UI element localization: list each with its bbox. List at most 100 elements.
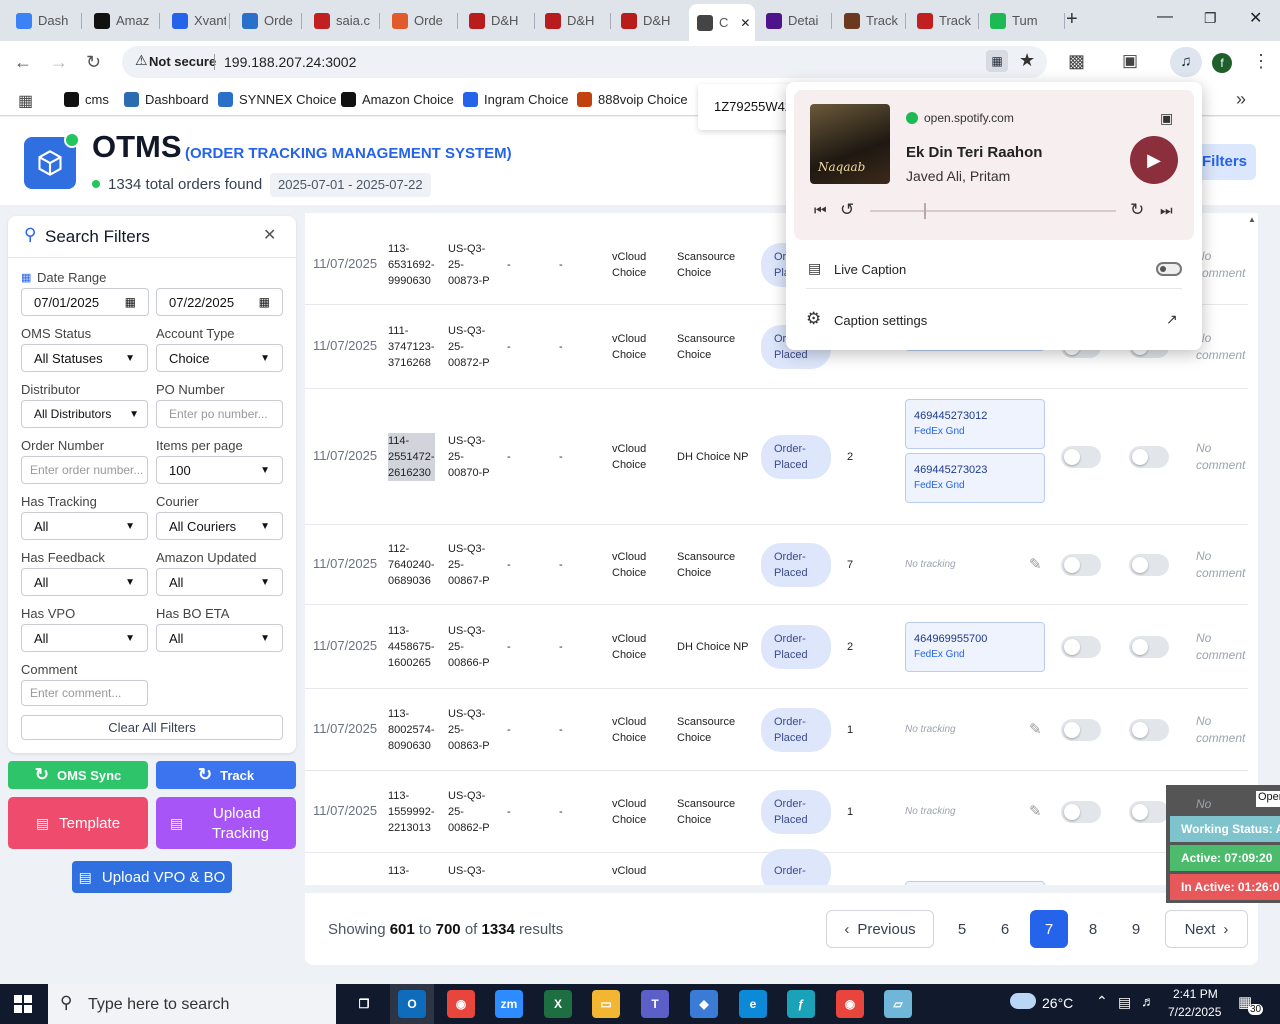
tracking-card[interactable]: 469445273023 FedEx Gnd — [905, 453, 1045, 503]
bookmark-item[interactable]: cms — [64, 92, 109, 107]
teams-icon[interactable]: T — [641, 990, 669, 1018]
scroll-up-icon[interactable]: ▲ — [1248, 215, 1256, 224]
profile-avatar[interactable]: f — [1212, 53, 1232, 73]
reload-icon[interactable]: ↻ — [86, 52, 101, 73]
cast-icon[interactable]: ▣ — [1122, 51, 1138, 71]
browser-tab[interactable]: Orde — [384, 6, 454, 35]
edit-pencil-icon[interactable]: ✎ — [1029, 720, 1042, 738]
courier-select[interactable]: All Couriers ▼ — [156, 512, 283, 540]
browser-tab[interactable]: Dash — [8, 6, 78, 35]
table-row[interactable]: 11/07/2025 112- 7640240- 0689036 US-Q3- 25- 00… — [305, 525, 1258, 605]
bookmark-star-icon[interactable]: ★ — [1019, 50, 1035, 71]
track-button[interactable]: ↻ Track — [156, 761, 296, 789]
distributor-select[interactable]: All Distributors ▼ — [21, 400, 148, 428]
browser-tab[interactable]: Track — [836, 6, 902, 35]
browser-tab[interactable]: Orde — [234, 6, 298, 35]
lens-icon[interactable]: ▦ — [986, 50, 1008, 72]
task-view-icon[interactable]: ❐ — [350, 990, 378, 1018]
volume-icon[interactable]: ♬ — [1141, 993, 1155, 1009]
seek-handle[interactable] — [924, 203, 926, 219]
app-icon[interactable]: ƒ — [787, 990, 815, 1018]
comment-input[interactable]: Enter comment... — [21, 680, 148, 706]
feedback-toggle[interactable] — [1061, 636, 1101, 658]
order-number-input[interactable]: Enter order number... — [21, 456, 148, 484]
browser-tab[interactable]: Xvant — [164, 6, 226, 35]
file-explorer-icon[interactable]: ▭ — [592, 990, 620, 1018]
has-tracking-select[interactable]: All ▼ — [21, 512, 148, 540]
bookmark-item[interactable]: Amazon Choice — [341, 92, 454, 107]
bookmark-item[interactable]: Dashboard — [124, 92, 209, 107]
amazon-updated-toggle[interactable] — [1129, 554, 1169, 576]
has-bo-eta-select[interactable]: All ▼ — [156, 624, 283, 652]
oms-sync-button[interactable]: ↻ OMS Sync — [8, 761, 148, 789]
upload-vpo-button[interactable]: ▤ Upload VPO & BO — [72, 861, 232, 893]
close-tab-icon[interactable]: ✕ — [740, 16, 750, 30]
page-number-button[interactable]: 6 — [986, 910, 1024, 948]
clear-filters-button[interactable]: Clear All Filters — [21, 715, 283, 740]
page-number-button[interactable]: 9 — [1117, 910, 1155, 948]
bookmark-item[interactable]: Ingram Choice — [463, 92, 569, 107]
feedback-toggle[interactable] — [1061, 554, 1101, 576]
tray-chevron-icon[interactable]: ⌃ — [1096, 993, 1108, 1010]
tracking-card[interactable]: 469445273012 FedEx Gnd — [905, 399, 1045, 449]
browser-tab[interactable]: saia.c — [306, 6, 376, 35]
items-per-page-select[interactable]: 100 ▼ — [156, 456, 283, 484]
picture-in-picture-icon[interactable]: ▣ — [1160, 110, 1173, 127]
table-row[interactable]: 113- US-Q3- vCloud Order- 469256515700 — [305, 849, 1258, 885]
tracking-card[interactable]: 469256515700 — [905, 881, 1045, 885]
tracking-card[interactable]: 464969955700 FedEx Gnd — [905, 622, 1045, 672]
app-icon[interactable]: ▱ — [884, 990, 912, 1018]
amazon-updated-toggle[interactable] — [1129, 719, 1169, 741]
external-link-icon[interactable]: ↗ — [1166, 311, 1178, 328]
forward-icon[interactable]: ↻ — [1130, 200, 1144, 220]
seek-bar[interactable] — [870, 203, 1116, 219]
chrome-icon[interactable]: ◉ — [447, 990, 475, 1018]
close-window-icon[interactable]: ✕ — [1249, 8, 1262, 28]
browser-tab[interactable]: D&H — [537, 6, 607, 35]
browser-menu-icon[interactable]: ⋮ — [1252, 51, 1270, 72]
page-number-button[interactable]: 8 — [1074, 910, 1112, 948]
comment-cell[interactable]: Nocomment — [1196, 713, 1245, 747]
windows-start-icon[interactable] — [14, 995, 32, 1013]
browser-tab[interactable]: Amaz — [86, 6, 156, 35]
new-tab-button[interactable]: + — [1066, 8, 1078, 31]
browser-tab[interactable]: Tum — [982, 6, 1052, 35]
feedback-toggle[interactable] — [1061, 719, 1101, 741]
address-bar[interactable]: ⚠ Not secure 199.188.207.24:3002 ▦ ★ — [122, 46, 1047, 78]
back-icon[interactable]: ← — [14, 52, 32, 73]
comment-cell[interactable]: Nocomment — [1196, 248, 1245, 282]
maximize-icon[interactable]: ❐ — [1204, 10, 1217, 27]
media-control-icon[interactable]: ♫ — [1170, 47, 1202, 77]
amazon-updated-select[interactable]: All ▼ — [156, 568, 283, 596]
outlook-icon[interactable]: O — [398, 990, 426, 1018]
caption-settings-label[interactable]: Caption settings — [834, 313, 927, 328]
po-number-input[interactable]: Enter po number... — [156, 400, 283, 428]
open-button[interactable]: Open — [1256, 791, 1280, 807]
forward-icon[interactable]: → — [50, 52, 68, 73]
browser-tab[interactable]: D&H — [461, 6, 531, 35]
date-to-input[interactable]: 07/22/2025 ▦ — [156, 288, 283, 316]
page-number-button[interactable]: 5 — [943, 910, 981, 948]
live-caption-toggle[interactable] — [1156, 262, 1182, 276]
feedback-toggle[interactable] — [1061, 446, 1101, 468]
next-track-icon[interactable]: ⏭ — [1160, 202, 1173, 219]
previous-page-button[interactable]: ‹ Previous — [826, 910, 934, 948]
table-row[interactable]: 11/07/2025 113- 1559992- 2213013 US-Q3- 25- 00… — [305, 771, 1258, 853]
close-filters-icon[interactable]: ✕ — [263, 225, 276, 245]
apps-grid-icon[interactable]: ▦ — [18, 91, 33, 111]
amazon-updated-toggle[interactable] — [1129, 636, 1169, 658]
network-icon[interactable]: ▤ — [1118, 994, 1131, 1011]
edit-pencil-icon[interactable]: ✎ — [1029, 802, 1042, 820]
edit-pencil-icon[interactable]: ✎ — [1029, 555, 1042, 573]
template-button[interactable]: ▤ Template — [8, 797, 148, 849]
date-from-input[interactable]: 07/01/2025 ▦ — [21, 288, 149, 316]
edge-icon[interactable]: e — [739, 990, 767, 1018]
account-type-select[interactable]: Choice ▼ — [156, 344, 283, 372]
zoom-icon[interactable]: zm — [495, 990, 523, 1018]
bookmark-item[interactable]: SYNNEX Choice — [218, 92, 337, 107]
comment-cell[interactable]: Nocomment — [1196, 548, 1245, 582]
comment-cell[interactable]: Nocomment — [1196, 630, 1245, 664]
table-row[interactable]: 11/07/2025 113- 4458675- 1600265 US-Q3- 25- 00… — [305, 605, 1258, 689]
excel-icon[interactable]: X — [544, 990, 572, 1018]
browser-tab[interactable]: C ✕ — [689, 4, 755, 41]
